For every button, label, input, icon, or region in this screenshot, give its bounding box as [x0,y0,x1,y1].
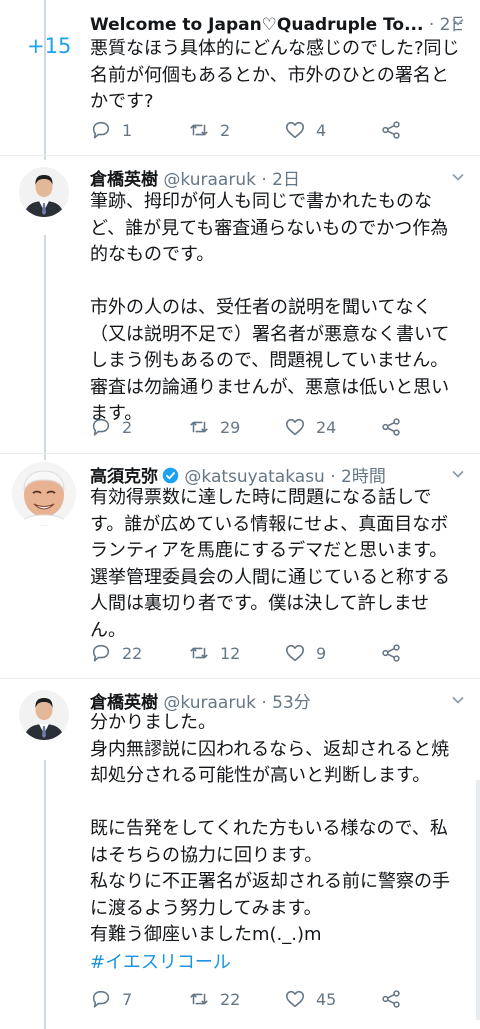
like-count: 45 [316,989,337,1009]
reply-button[interactable]: 1 [90,115,132,145]
avatar-image [19,690,69,740]
separator-dot: · [428,15,440,35]
like-button[interactable]: 45 [284,984,336,1014]
avatar[interactable] [12,462,76,526]
avatar[interactable] [19,690,69,740]
reply-count: 22 [122,643,143,663]
tweet-text: 有効得票数に達した時に問題になる話しです。誰が広めている情報にせよ、真面目なボラ… [90,487,450,641]
reply-button[interactable]: 2 [90,412,132,442]
share-icon [382,121,400,139]
reply-icon [92,644,110,662]
tweet-actions: 22 12 9 [90,638,420,668]
reply-icon [92,418,110,436]
share-button[interactable] [380,984,412,1014]
heart-icon [285,121,305,139]
like-button[interactable]: 24 [284,412,336,442]
display-name[interactable]: 高須克弥 [90,467,158,487]
chevron-down-icon[interactable] [452,694,464,706]
like-count: 24 [316,417,337,437]
share-icon [382,990,400,1008]
timestamp[interactable]: 2日 [272,170,300,190]
hashtag-link[interactable]: #イエスリコール [90,950,462,977]
retweet-count: 2 [220,120,231,140]
share-button[interactable] [380,638,412,668]
tweet-actions: 2 29 24 [90,412,420,442]
retweet-button[interactable]: 22 [188,984,240,1014]
avatar[interactable] [19,167,69,217]
reply-count: 2 [122,417,133,437]
avatar-image [19,167,69,217]
retweet-count: 22 [220,989,241,1009]
like-count: 9 [316,643,327,663]
share-button[interactable] [380,412,412,442]
tweet[interactable]: 高須克弥 @katsuyatakasu · 2時間 有効得票数に達した時に問題に… [0,454,480,680]
like-button[interactable]: 4 [284,115,326,145]
tweet-header: Welcome to Japan♡Quadruple To... · 2日 [90,10,462,36]
chevron-down-icon[interactable] [452,171,464,183]
verified-badge-icon [162,467,179,484]
share-icon [382,644,400,662]
display-name[interactable]: Welcome to Japan♡Quadruple To... [90,15,423,35]
reply-count: 1 [122,120,133,140]
retweet-icon [190,993,208,1005]
retweet-button[interactable]: 2 [188,115,230,145]
share-icon [382,418,400,436]
heart-icon [285,418,305,436]
retweet-icon [190,647,208,659]
tweet[interactable]: 倉橋英樹 @kuraaruk · 53分 分かりました。 身内無謬説に囚われるな… [0,679,480,1029]
like-count: 4 [316,120,327,140]
tweet-actions: 1 2 4 [90,115,420,145]
avatar-image [12,462,76,526]
tweet-text: 筆跡、拇印が何人も同じで書かれたものなど、誰が見ても審査通らないものでかつ作為的… [90,191,450,424]
reply-icon [92,990,110,1008]
tweet-header: 倉橋英樹 @kuraaruk · 2日 [90,165,462,191]
chevron-down-icon[interactable] [452,16,464,28]
share-button[interactable] [380,115,412,145]
scrollbar[interactable] [476,780,480,1020]
chevron-down-icon[interactable] [452,468,464,480]
user-handle[interactable]: @katsuyatakasu [184,467,324,487]
reply-count: 7 [122,989,133,1009]
like-button[interactable]: 9 [284,638,326,668]
tweet[interactable]: 倉橋英樹 @kuraaruk · 2日 筆跡、拇印が何人も同じで書かれたものなど… [0,156,480,456]
tweet-text: 悪質なほう具体的にどんな感じのでした?同じ名前が何個もあるとか、市外のひとの署名… [90,38,460,112]
retweet-icon [190,421,208,433]
retweet-icon [190,124,208,136]
reply-icon [92,121,110,139]
tweet-text: 分かりました。 身内無謬説に囚われるなら、返却されると焼却処分される可能性が高い… [90,712,450,945]
reply-button[interactable]: 7 [90,984,132,1014]
display-name[interactable]: 倉橋英樹 [90,170,158,190]
retweet-button[interactable]: 29 [188,412,240,442]
retweet-count: 12 [220,643,241,663]
reply-button[interactable]: 22 [90,638,142,668]
heart-icon [285,644,305,662]
retweet-count: 29 [220,417,241,437]
user-handle[interactable]: @kuraaruk [163,170,256,190]
tweet[interactable]: +15 Welcome to Japan♡Quadruple To... · 2… [0,0,480,155]
heart-icon [285,990,305,1008]
tweet-actions: 7 22 45 [90,984,420,1014]
retweet-button[interactable]: 12 [188,638,240,668]
separator-dot: · [261,170,273,190]
more-replies-count[interactable]: +15 [27,34,71,58]
separator-dot: · [330,467,342,487]
timestamp[interactable]: 2時間 [341,467,386,487]
